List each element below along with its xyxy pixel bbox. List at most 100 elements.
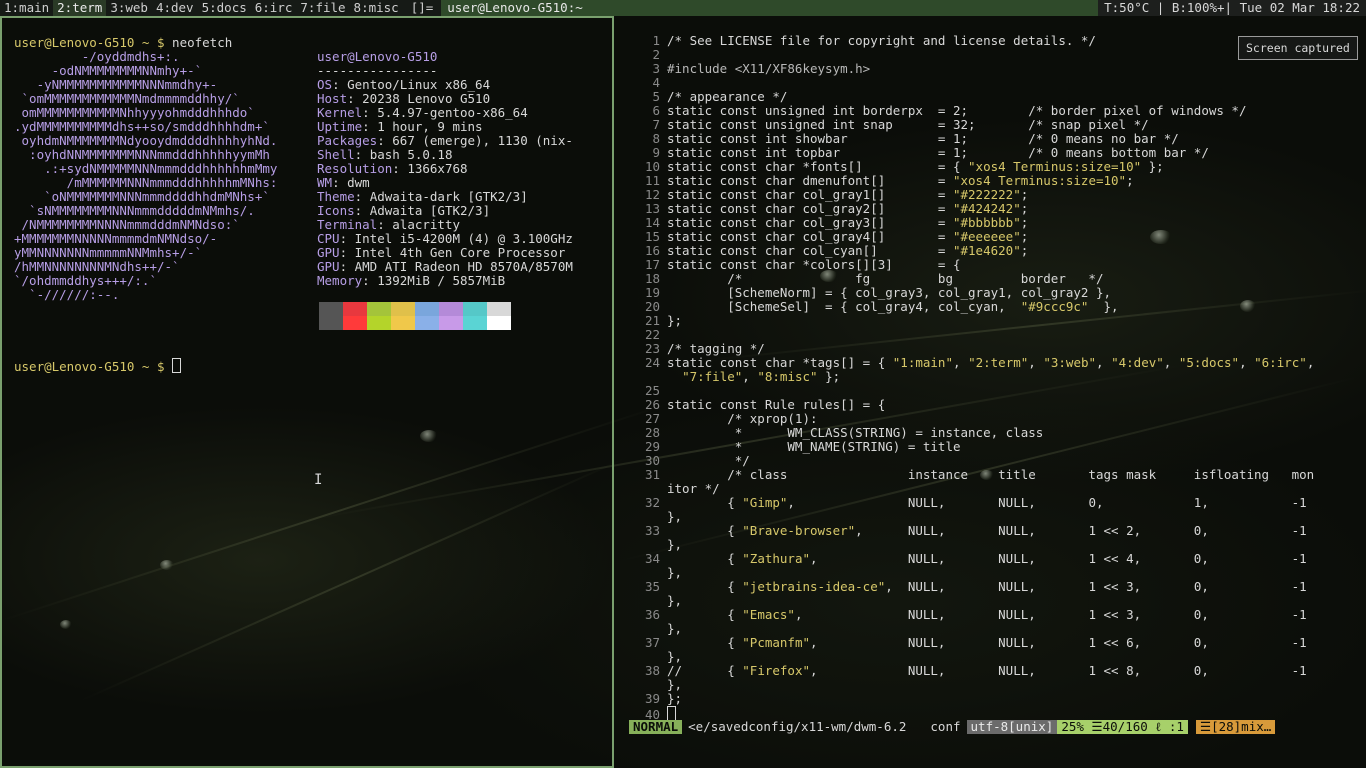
code-line[interactable]: 1 /* See LICENSE file for copyright and l… [620, 34, 1096, 48]
line-number: 37 [644, 635, 660, 650]
info-row: CPU: Intel i5-4200M (4) @ 3.100GHz [317, 232, 573, 246]
code-line[interactable]: 27 /* xprop(1): [620, 412, 818, 426]
code-line[interactable]: 22 [620, 328, 667, 342]
code-line[interactable]: 30 */ [620, 454, 750, 468]
line-number: 38 [644, 663, 660, 678]
info-key: Icons [317, 203, 355, 218]
code-line[interactable]: 37 { "Pcmanfm", NULL, NULL, 1 << 6, 0, -… [620, 636, 1307, 650]
code-line[interactable]: 13 static const char col_gray2[] = "#4242… [620, 202, 1028, 216]
code-line[interactable]: 32 { "Gimp", NULL, NULL, 0, 1, -1 [620, 496, 1307, 510]
text-cursor-icon: I [314, 472, 323, 488]
line-text: static const Rule rules[] = { [667, 397, 886, 412]
color-swatch [487, 316, 511, 330]
code-line[interactable]: 23 /* tagging */ [620, 342, 765, 356]
line-number: 11 [644, 173, 660, 188]
terminal-window[interactable]: user@Lenovo-G510 ~ $ neofetch -/oyddmdhs… [0, 16, 614, 768]
color-swatch [391, 302, 415, 316]
tag-7[interactable]: 7:file [296, 0, 349, 16]
code-line[interactable]: 19 [SchemeNorm] = { col_gray3, col_gray1… [620, 286, 1111, 300]
line-text: itor */ [667, 481, 720, 496]
tag-4[interactable]: 4:dev [152, 0, 198, 16]
code-line[interactable]: }, [620, 678, 682, 692]
tag-6[interactable]: 6:irc [251, 0, 297, 16]
info-row: Kernel: 5.4.97-gentoo-x86_64 [317, 106, 528, 120]
code-line[interactable]: 18 /* fg bg border */ [620, 272, 1104, 286]
line-number: 34 [644, 551, 660, 566]
info-row: Packages: 667 (emerge), 1130 (nix- [317, 134, 573, 148]
code-line[interactable]: 36 { "Emacs", NULL, NULL, 1 << 3, 0, -1 [620, 608, 1307, 622]
line-text: }, [667, 537, 683, 552]
info-value: : 5.4.97-gentoo-x86_64 [362, 105, 528, 120]
line-number: 33 [644, 523, 660, 538]
code-line[interactable]: 2 [620, 48, 667, 62]
code-line[interactable]: 26 static const Rule rules[] = { [620, 398, 885, 412]
code-line[interactable]: "7:file", "8:misc" }; [620, 370, 840, 384]
line-text: static const char col_gray1[] = "#222222… [667, 187, 1029, 202]
info-key: GPU [317, 245, 340, 260]
code-line[interactable]: 15 static const char col_gray4[] = "#eeee… [620, 230, 1028, 244]
line-number: 20 [644, 299, 660, 314]
code-line[interactable]: 16 static const char col_cyan[] = "#1e462… [620, 244, 1028, 258]
info-value: : 1 hour, 9 mins [362, 119, 483, 134]
code-line[interactable]: 28 * WM_CLASS(STRING) = instance, class [620, 426, 1043, 440]
neofetch-logo-line: -yNMMMMMMMMMMMNNNmmdhy+- [14, 77, 218, 92]
code-line[interactable]: 11 static const char dmenufont[] = "xos4 … [620, 174, 1134, 188]
code-line[interactable]: }, [620, 650, 682, 664]
code-line[interactable]: 4 [620, 76, 667, 90]
info-row: GPU: AMD ATI Radeon HD 8570A/8570M [317, 260, 573, 274]
line-number: 1 [652, 33, 660, 48]
line-number: 16 [644, 243, 660, 258]
code-line[interactable]: }, [620, 622, 682, 636]
encoding: utf-8[unix] [966, 720, 1058, 734]
code-line[interactable]: 34 { "Zathura", NULL, NULL, 1 << 4, 0, -… [620, 552, 1307, 566]
line-number: 17 [644, 257, 660, 272]
info-key: Memory [317, 273, 363, 288]
info-key: Packages [317, 133, 378, 148]
terminal-cursor[interactable] [172, 358, 182, 373]
line-text: static const char col_gray3[] = "#bbbbbb… [667, 215, 1029, 230]
code-line[interactable]: 24 static const char *tags[] = { "1:main"… [620, 356, 1314, 370]
code-line[interactable]: 35 { "jetbrains-idea-ce", NULL, NULL, 1 … [620, 580, 1307, 594]
info-key: GPU [317, 259, 340, 274]
code-line[interactable]: 5 /* appearance */ [620, 90, 787, 104]
tag-1[interactable]: 1:main [0, 0, 53, 16]
code-line[interactable]: 6 static const unsigned int borderpx = 2;… [620, 104, 1246, 118]
line-number: 28 [644, 425, 660, 440]
code-line[interactable]: 10 static const char *fonts[] = { "xos4 T… [620, 160, 1164, 174]
code-line[interactable]: }, [620, 510, 682, 524]
code-line[interactable]: 38 // { "Firefox", NULL, NULL, 1 << 8, 0,… [620, 664, 1307, 678]
line-text: /* See LICENSE file for copyright and li… [667, 33, 1096, 48]
code-line[interactable]: 7 static const unsigned int snap = 32; /*… [620, 118, 1148, 132]
code-line[interactable]: 31 /* class instance title tags mask isf… [620, 468, 1314, 482]
info-row: Terminal: alacritty [317, 218, 460, 232]
tag-2[interactable]: 2:term [53, 0, 107, 16]
code-line[interactable]: }, [620, 566, 682, 580]
code-line[interactable]: 25 [620, 384, 667, 398]
line-number: 4 [652, 75, 660, 90]
line-text: static const char dmenufont[] = "xos4 Te… [667, 173, 1134, 188]
vim-editor-window[interactable]: 1 /* See LICENSE file for copyright and l… [614, 16, 1366, 768]
tag-5[interactable]: 5:docs [198, 0, 251, 16]
info-value: : dwm [332, 175, 370, 190]
line-text: static const char *tags[] = { "1:main", … [667, 355, 1315, 370]
line-text: }, [667, 621, 683, 636]
code-line[interactable]: 21}; [620, 314, 682, 328]
code-line[interactable]: 17 static const char *colors[][3] = { [620, 258, 961, 272]
code-line[interactable]: }, [620, 594, 682, 608]
code-line[interactable]: 8 static const int showbar = 1; /* 0 mean… [620, 131, 1179, 146]
code-line[interactable]: 3 #include <X11/XF86keysym.h> [620, 62, 870, 76]
code-line[interactable]: 20 [SchemeSel] = { col_gray4, col_cyan, … [620, 300, 1119, 314]
code-line[interactable]: }, [620, 538, 682, 552]
tag-3[interactable]: 3:web [106, 0, 152, 16]
line-text: static const int showbar = 1; /* 0 means… [667, 131, 1179, 146]
tag-8[interactable]: 8:misc [350, 0, 403, 16]
code-line[interactable]: 14 static const char col_gray3[] = "#bbbb… [620, 216, 1028, 230]
code-line[interactable]: itor */ [620, 482, 720, 496]
layout-symbol[interactable]: []= [403, 0, 442, 16]
line-number: 15 [644, 229, 660, 244]
code-line[interactable]: 12 static const char col_gray1[] = "#2222… [620, 188, 1028, 202]
code-line[interactable]: 33 { "Brave-browser", NULL, NULL, 1 << 2… [620, 524, 1307, 538]
code-line[interactable]: 39}; [620, 692, 682, 706]
code-line[interactable]: 9 static const int topbar = 1; /* 0 means… [620, 146, 1208, 160]
code-line[interactable]: 29 * WM_NAME(STRING) = title [620, 440, 961, 454]
